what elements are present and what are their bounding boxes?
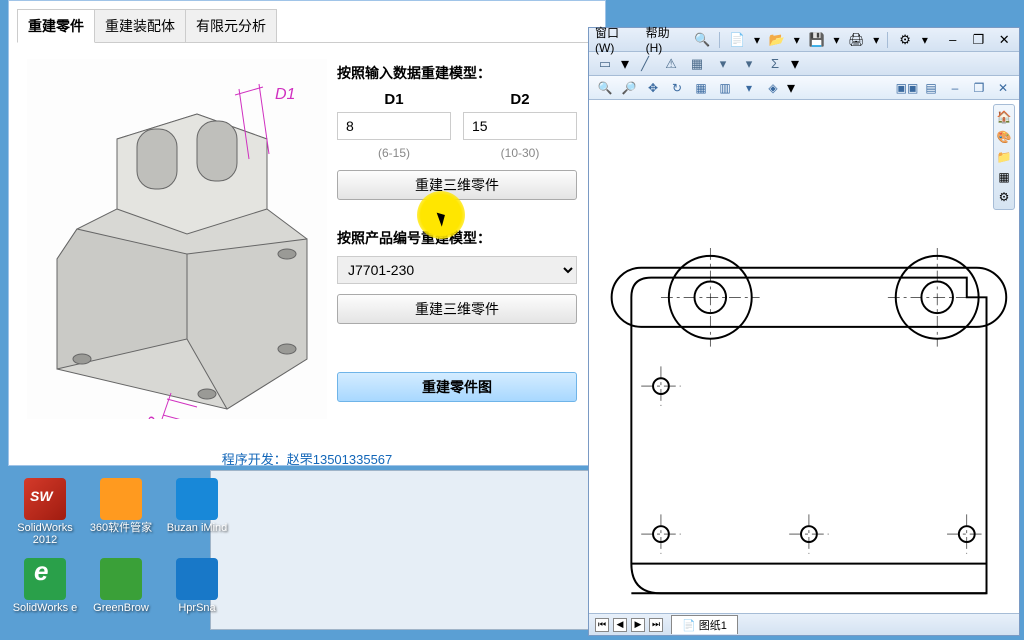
- sheet-first-button[interactable]: ⏮: [595, 618, 609, 632]
- sheet-prev-button[interactable]: ◀: [613, 618, 627, 632]
- sheet-last-button[interactable]: ⏭: [649, 618, 663, 632]
- d1-input[interactable]: [337, 112, 451, 140]
- library-folder-icon[interactable]: 📁: [995, 148, 1013, 166]
- rebuild-3d-button-2[interactable]: 重建三维零件: [337, 294, 577, 324]
- d1-range: (6-15): [337, 146, 451, 160]
- app-restore-icon[interactable]: ❐: [970, 31, 988, 49]
- product-code-select[interactable]: J7701-230: [337, 256, 577, 284]
- feature-tree-panel: [210, 470, 590, 630]
- view-toolbar: 🔍 🔎 ✥ ↻ ▦ ▥ ▾ ◈▾ ▣▣ ▤ – ❐ ✕: [589, 76, 1019, 100]
- dim-label-d1: D1: [275, 86, 295, 103]
- menu-help[interactable]: 帮助(H): [646, 24, 686, 55]
- tab-rebuild-part[interactable]: 重建零件: [17, 9, 95, 43]
- desktop-greenbrowser[interactable]: GreenBrow: [86, 558, 156, 636]
- rebuild-form: 按照输入数据重建模型： D1 (6-15) D2 (10-30) 重建三维零件 …: [327, 59, 587, 443]
- dimension-icon[interactable]: ⚠: [661, 55, 681, 73]
- doc-restore-icon[interactable]: ❐: [969, 79, 989, 97]
- app-close-icon[interactable]: ✕: [995, 31, 1013, 49]
- desktop-solidworks-e[interactable]: SolidWorks e: [10, 558, 80, 636]
- new-icon[interactable]: 📄: [728, 31, 746, 49]
- cursor-highlight: [417, 191, 465, 239]
- save-icon[interactable]: 💾: [808, 31, 826, 49]
- drawing-canvas[interactable]: [589, 100, 1019, 613]
- desktop-360mgr[interactable]: 360软件管家: [86, 478, 156, 556]
- d2-header: D2: [463, 91, 577, 108]
- rotate-icon[interactable]: ↻: [667, 79, 687, 97]
- section-icon[interactable]: ▥: [715, 79, 735, 97]
- desktop-solidworks2012[interactable]: SolidWorks 2012: [10, 478, 80, 556]
- config-icon[interactable]: ⚙: [995, 188, 1013, 206]
- sheet-tabs-bar: ⏮ ◀ ▶ ⏭ 📄 图纸1: [589, 613, 1019, 635]
- options-icon[interactable]: ⚙: [896, 31, 914, 49]
- desktop-buzan[interactable]: Buzan iMind: [162, 478, 232, 556]
- search-icon[interactable]: 🔍: [694, 31, 712, 49]
- shaded-icon[interactable]: ▦: [691, 79, 711, 97]
- dropdown1-icon[interactable]: ▾: [713, 55, 733, 73]
- pan-icon[interactable]: ✥: [643, 79, 663, 97]
- sheet-next-button[interactable]: ▶: [631, 618, 645, 632]
- display-icon[interactable]: ◈: [763, 79, 783, 97]
- menu-bar: 窗口(W) 帮助(H) 🔍 📄▾ 📂▾ 💾▾ 🖨▾ ⚙▾ – ❐ ✕: [589, 28, 1019, 52]
- view-dd-icon[interactable]: ▾: [739, 79, 759, 97]
- appearances-icon[interactable]: 🎨: [995, 128, 1013, 146]
- dialog-tabs: 重建零件 重建装配体 有限元分析: [17, 9, 597, 43]
- task-pane: 🏠 🎨 📁 ▦ ⚙: [993, 104, 1015, 210]
- tab-rebuild-assembly[interactable]: 重建装配体: [94, 9, 186, 42]
- hide-windows-icon[interactable]: ▣▣: [897, 79, 917, 97]
- dim-label-d2: D2: [142, 415, 165, 419]
- zoomfit-icon[interactable]: 🔎: [619, 79, 639, 97]
- d2-range: (10-30): [463, 146, 577, 160]
- d1-header: D1: [337, 91, 451, 108]
- open-icon[interactable]: 📂: [768, 31, 786, 49]
- rebuild-3d-button-1[interactable]: 重建三维零件: [337, 170, 577, 200]
- rebuild-dialog: 重建零件 重建装配体 有限元分析: [8, 0, 606, 466]
- zoom-icon[interactable]: 🔍: [595, 79, 615, 97]
- dropdown2-icon[interactable]: ▾: [739, 55, 759, 73]
- sheet-tab-1[interactable]: 📄 图纸1: [671, 615, 738, 634]
- rebuild-drawing-button[interactable]: 重建零件图: [337, 372, 577, 402]
- tile-windows-icon[interactable]: ▤: [921, 79, 941, 97]
- doc-minimize-icon[interactable]: –: [945, 79, 965, 97]
- equation-icon[interactable]: Σ: [765, 55, 785, 73]
- developer-credit: 程序开发：赵罘13501335567: [17, 449, 597, 468]
- desktop-icons: SolidWorks 2012 360软件管家 Buzan iMind Soli…: [10, 478, 232, 636]
- grid-panel-icon[interactable]: ▦: [995, 168, 1013, 186]
- menu-window[interactable]: 窗口(W): [595, 24, 638, 55]
- d2-input[interactable]: [463, 112, 577, 140]
- print-icon[interactable]: 🖨: [847, 31, 865, 49]
- app-minimize-icon[interactable]: –: [944, 31, 962, 49]
- section1-label: 按照输入数据重建模型：: [337, 63, 577, 83]
- tab-fea[interactable]: 有限元分析: [185, 9, 277, 42]
- line-icon[interactable]: ╱: [635, 55, 655, 73]
- doc-close-icon[interactable]: ✕: [993, 79, 1013, 97]
- solidworks-window: 窗口(W) 帮助(H) 🔍 📄▾ 📂▾ 💾▾ 🖨▾ ⚙▾ – ❐ ✕ ▭▾ ╱ …: [588, 27, 1020, 636]
- grid-icon[interactable]: ▦: [687, 55, 707, 73]
- home-icon[interactable]: 🏠: [995, 108, 1013, 126]
- command-toolbar: ▭▾ ╱ ⚠ ▦ ▾ ▾ Σ▾: [589, 52, 1019, 76]
- part-preview: D1 D2: [27, 59, 327, 419]
- sketch-icon[interactable]: ▭: [595, 55, 615, 73]
- desktop-hprsnap[interactable]: HprSna: [162, 558, 232, 636]
